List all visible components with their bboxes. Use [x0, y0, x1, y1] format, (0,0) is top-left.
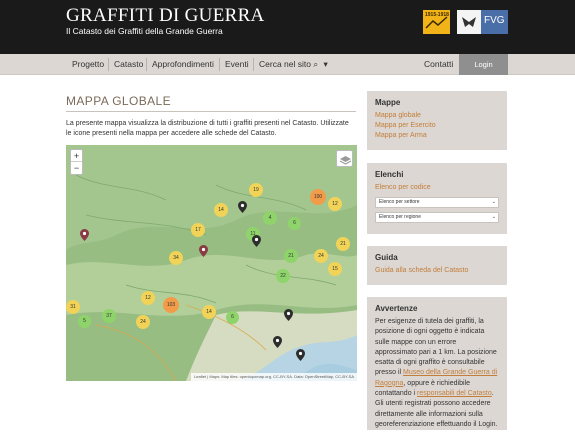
- nav-divider: [219, 58, 220, 71]
- chevron-down-icon: ⌄: [491, 199, 496, 205]
- map-cluster-marker[interactable]: 34: [169, 251, 183, 265]
- sidebar-lists-box: Elenchi Elenco per codice Elenco per set…: [367, 163, 507, 234]
- map-cluster-marker[interactable]: 24: [314, 249, 328, 263]
- sidebar-warnings-box: Avvertenze Per esigenze di tutela dei gr…: [367, 297, 507, 430]
- zoom-out-button[interactable]: −: [71, 162, 82, 174]
- nav-divider: [146, 58, 147, 71]
- select-settore[interactable]: Elenco per settore ⌄: [375, 197, 499, 208]
- map-pin-icon[interactable]: [284, 309, 293, 321]
- chevron-down-icon: ▾: [323, 59, 328, 69]
- nav-eventi[interactable]: Eventi: [225, 54, 249, 75]
- map-cluster-marker[interactable]: 19: [249, 183, 263, 197]
- map-cluster-marker[interactable]: 5: [78, 315, 91, 328]
- page-title: MAPPA GLOBALE: [66, 94, 172, 108]
- map-cluster-marker[interactable]: 12: [328, 197, 342, 211]
- box-title-elenchi: Elenchi: [375, 170, 404, 179]
- box-title-guida: Guida: [375, 253, 398, 262]
- box-title-avvertenze: Avvertenze: [375, 304, 418, 313]
- map-cluster-marker[interactable]: 22: [276, 269, 290, 283]
- link-guida-scheda[interactable]: Guida alla scheda del Catasto: [375, 266, 499, 276]
- map-cluster-marker[interactable]: 37: [102, 309, 116, 323]
- select-regione-value: Elenco per regione: [379, 214, 421, 220]
- nav-search-menu[interactable]: Cerca nel sito ⌕ ▾: [259, 54, 328, 75]
- sidebar-guide-box: Guida Guida alla scheda del Catasto: [367, 246, 507, 285]
- map-cluster-marker[interactable]: 12: [141, 291, 155, 305]
- map-pin-icon[interactable]: [296, 349, 305, 361]
- site-header: GRAFFITI DI GUERRA Il Catasto dei Graffi…: [0, 0, 575, 54]
- map-cluster-marker[interactable]: 15: [328, 262, 342, 276]
- fvg-region-logo[interactable]: FVG: [457, 10, 508, 34]
- map-attribution: Leaflet | Maps: Map tiles: opentopomap.o…: [191, 373, 357, 381]
- sidebar-maps-box: Mappe Mappa globale Mappa per Esercito M…: [367, 91, 507, 150]
- centenary-logo[interactable]: 1915-1918: [423, 10, 450, 34]
- select-settore-value: Elenco per settore: [379, 199, 420, 205]
- zoom-in-button[interactable]: +: [71, 150, 82, 162]
- map-pin-icon[interactable]: [273, 336, 282, 348]
- map-cluster-marker[interactable]: 6: [226, 311, 239, 324]
- map-pin-icon[interactable]: [80, 229, 89, 241]
- title-divider: [66, 111, 356, 112]
- map-cluster-marker[interactable]: 31: [66, 300, 80, 314]
- link-mappa-globale[interactable]: Mappa globale: [375, 111, 499, 121]
- map-cluster-marker[interactable]: 17: [191, 223, 205, 237]
- map-cluster-marker[interactable]: 6: [288, 217, 301, 230]
- global-map[interactable]: + − 19 14 17 11 4 100 12 6 34 21 21 24 1…: [66, 145, 357, 381]
- nav-catasto[interactable]: Catasto: [114, 54, 143, 75]
- map-cluster-marker[interactable]: 21: [284, 249, 298, 263]
- login-button[interactable]: Login: [459, 54, 508, 75]
- map-pin-icon[interactable]: [238, 201, 247, 213]
- search-icon: ⌕: [313, 59, 319, 69]
- warnings-text: Per esigenze di tutela dei graffiti, la …: [375, 318, 498, 428]
- map-terrain: [66, 145, 357, 381]
- nav-contatti[interactable]: Contatti: [424, 54, 453, 75]
- map-pin-icon[interactable]: [199, 245, 208, 257]
- zoom-control: + −: [70, 149, 83, 175]
- layers-icon[interactable]: [336, 150, 353, 167]
- eagle-emblem-icon: [457, 10, 481, 34]
- map-cluster-marker[interactable]: 14: [214, 203, 228, 217]
- nav-divider: [253, 58, 254, 71]
- map-cluster-marker[interactable]: 21: [336, 237, 350, 251]
- site-subtitle: Il Catasto dei Graffiti della Grande Gue…: [66, 26, 223, 36]
- map-pin-icon[interactable]: [252, 235, 261, 247]
- select-regione[interactable]: Elenco per regione ⌄: [375, 212, 499, 223]
- link-mappa-arma[interactable]: Mappa per Arma: [375, 131, 499, 141]
- nav-search-label: Cerca nel sito: [259, 59, 311, 69]
- box-title-mappe: Mappe: [375, 98, 401, 107]
- map-cluster-marker[interactable]: 4: [263, 211, 277, 225]
- main-navbar: Progetto Catasto Approfondimenti Eventi …: [0, 54, 575, 75]
- map-cluster-marker[interactable]: 14: [202, 305, 216, 319]
- chevron-down-icon: ⌄: [491, 214, 496, 220]
- site-title[interactable]: GRAFFITI DI GUERRA: [66, 5, 265, 27]
- map-cluster-marker[interactable]: 100: [310, 189, 326, 205]
- map-cluster-marker[interactable]: 103: [163, 297, 179, 313]
- link-elenco-codice[interactable]: Elenco per codice: [375, 183, 499, 193]
- intro-text: La presente mappa visualizza la distribu…: [66, 120, 349, 137]
- link-responsabili[interactable]: responsabili del Catasto: [417, 390, 492, 397]
- nav-divider: [108, 58, 109, 71]
- map-cluster-marker[interactable]: 24: [136, 315, 150, 329]
- fvg-label: FVG: [484, 15, 505, 26]
- link-mappa-esercito[interactable]: Mappa per Esercito: [375, 121, 499, 131]
- nav-approfondimenti[interactable]: Approfondimenti: [152, 54, 214, 75]
- nav-progetto[interactable]: Progetto: [72, 54, 104, 75]
